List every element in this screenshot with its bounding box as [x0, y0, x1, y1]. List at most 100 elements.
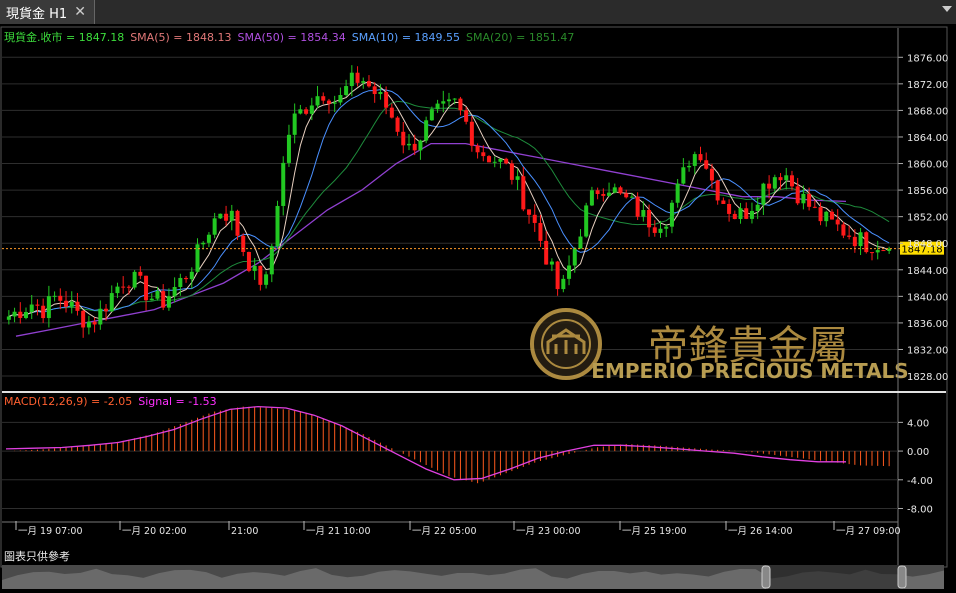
candle-body — [161, 291, 166, 308]
candle-body — [344, 86, 349, 96]
candle-body — [801, 193, 806, 204]
candle-body — [692, 154, 697, 166]
candle-body — [286, 134, 291, 163]
candle-body — [326, 100, 331, 104]
candle-body — [115, 286, 120, 294]
candle-body — [189, 271, 194, 280]
collapse-arrow-icon[interactable] — [942, 6, 952, 12]
candle-body — [229, 210, 234, 221]
candle-body — [109, 293, 114, 312]
candle-body — [281, 162, 286, 206]
price-tick-label: 1860.00 — [907, 160, 948, 171]
candle-body — [298, 109, 303, 114]
candle-body — [875, 250, 880, 253]
candle-body — [487, 156, 492, 163]
legend-item: SMA(5) = 1848.13 — [130, 31, 231, 44]
navigator-right-handle[interactable] — [897, 565, 907, 589]
candle-body — [567, 265, 572, 279]
candle-body — [852, 236, 857, 247]
legend-item: SMA(10) = 1849.55 — [352, 31, 460, 44]
candle-body — [315, 96, 320, 106]
candle-body — [789, 175, 794, 187]
candle-body — [166, 296, 171, 308]
candle-body — [835, 219, 840, 225]
candle-body — [24, 312, 29, 318]
candle-body — [98, 308, 103, 325]
candle-body — [829, 211, 834, 220]
candle-body — [749, 210, 754, 219]
candle-body — [18, 311, 23, 318]
candle-body — [675, 183, 680, 203]
candle-body — [498, 158, 503, 162]
candle-body — [515, 176, 520, 180]
candle-body — [126, 286, 131, 288]
candle-body — [709, 168, 714, 181]
candle-body — [64, 300, 69, 307]
candle-body — [81, 310, 86, 328]
candle-body — [275, 205, 280, 247]
price-tick-label: 1876.00 — [907, 53, 948, 64]
time-tick-label: 一月 19 07:00 — [18, 526, 83, 537]
candle-body — [69, 301, 74, 307]
candle-body — [12, 311, 17, 317]
navigator[interactable] — [2, 565, 944, 589]
candle-body — [218, 213, 223, 219]
candle-body — [544, 240, 549, 265]
candle-body — [527, 209, 532, 215]
candle-body — [309, 105, 314, 114]
candle-body — [772, 177, 777, 189]
price-tick-label: 1852.00 — [907, 213, 948, 224]
candle-body — [6, 316, 11, 320]
candle-body — [132, 271, 137, 288]
navigator-window[interactable] — [766, 565, 904, 589]
macd-tick-label: 0.00 — [907, 447, 929, 458]
candle-body — [395, 117, 400, 132]
candle-body — [732, 213, 737, 220]
candle-body — [715, 180, 720, 201]
candle-body — [452, 98, 457, 100]
candle-body — [784, 175, 789, 181]
candle-body — [755, 204, 760, 211]
candle-body — [704, 160, 709, 169]
candle-body — [869, 252, 874, 254]
chart-canvas[interactable]: 帝鋒貴金屬 EMPERIO PRECIOUS METALS 1847.18 18… — [0, 24, 956, 593]
close-icon[interactable]: ✕ — [74, 4, 86, 20]
candle-body — [635, 196, 640, 217]
candle-body — [206, 234, 211, 243]
chart-tab[interactable]: 現貨金 H1 ✕ — [0, 0, 95, 24]
navigator-left-handle[interactable] — [761, 565, 771, 589]
candle-body — [504, 158, 509, 164]
candle-body — [355, 72, 360, 83]
candle-body — [607, 192, 612, 196]
candle-body — [698, 154, 703, 161]
price-tick-label: 1856.00 — [907, 186, 948, 197]
chart-tab-title: 現貨金 H1 — [6, 6, 68, 22]
candle-body — [304, 109, 309, 114]
candle-body — [144, 275, 149, 301]
candle-body — [246, 251, 251, 271]
candle-body — [458, 98, 463, 111]
candle-body — [241, 235, 246, 252]
macd-legend: MACD(12,26,9) = -2.05 Signal = -1.53 — [4, 395, 217, 408]
candle-body — [418, 140, 423, 151]
candle-body — [406, 143, 411, 146]
candle-body — [561, 278, 566, 290]
candle-body — [75, 301, 80, 311]
macd-tick-label: 4.00 — [907, 418, 929, 429]
price-tick-label: 1836.00 — [907, 319, 948, 330]
candle-body — [595, 190, 600, 195]
price-tick-label: 1840.00 — [907, 292, 948, 303]
macd-legend-item: MACD(12,26,9) = -2.05 — [4, 395, 132, 408]
candle-body — [384, 92, 389, 108]
candle-body — [721, 200, 726, 204]
watermark-english: EMPERIO PRECIOUS METALS — [591, 359, 908, 383]
candle-body — [464, 110, 469, 122]
candle-body — [612, 187, 617, 193]
candle-body — [212, 218, 217, 235]
candle-body — [401, 131, 406, 146]
candle-body — [58, 295, 63, 301]
price-tick-label: 1868.00 — [907, 106, 948, 117]
candle-body — [807, 193, 812, 207]
candle-body — [584, 205, 589, 237]
candle-body — [669, 202, 674, 227]
